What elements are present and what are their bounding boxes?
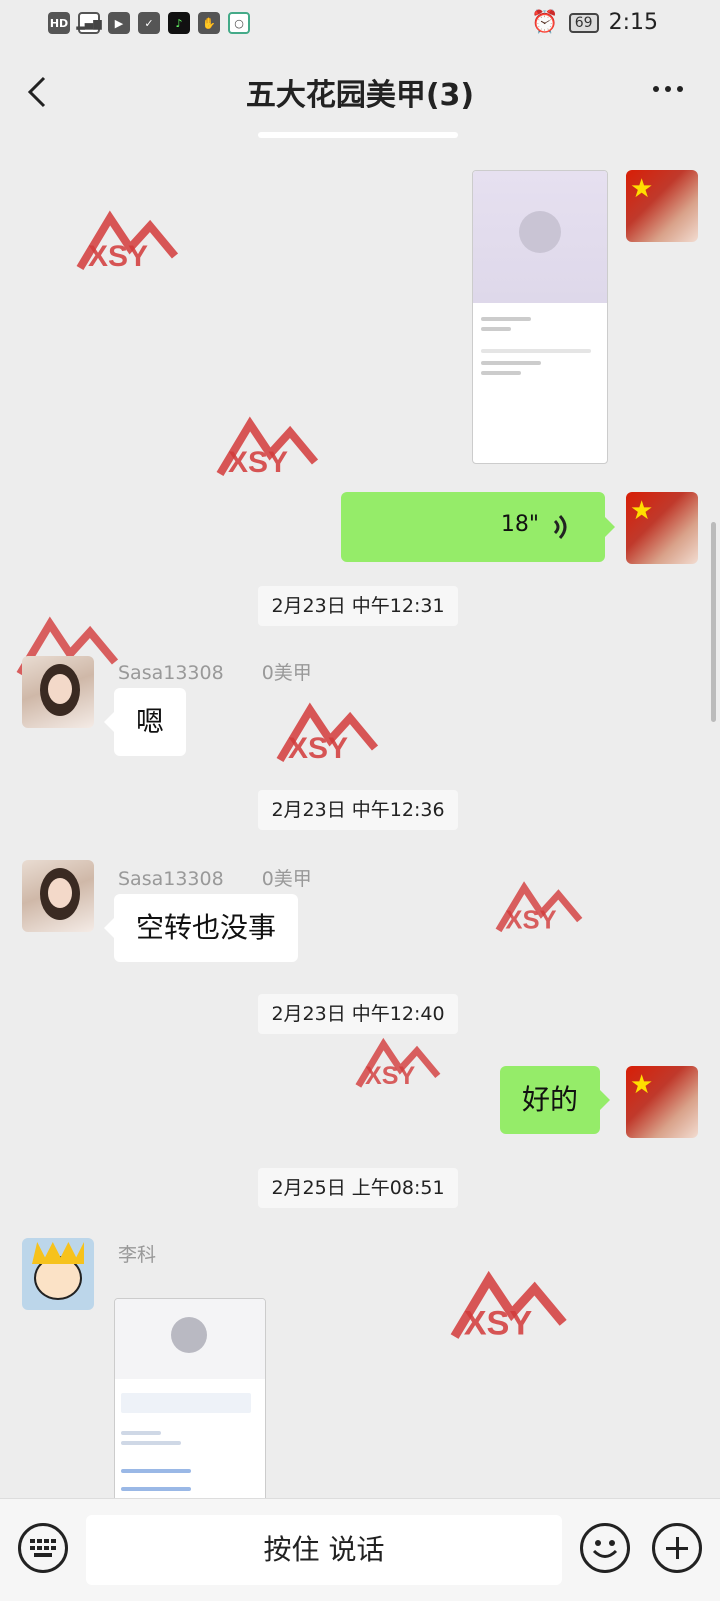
image-header bbox=[115, 1299, 265, 1379]
star-icon: ★ bbox=[630, 174, 654, 204]
watermark-text: XSY bbox=[464, 1304, 533, 1342]
status-bar: HD ▂▄▆ ▶ ✓ ♪ ✋ ○ ⏰ 69 2:15 bbox=[0, 0, 720, 50]
image-text-row bbox=[481, 349, 591, 353]
more-dot bbox=[677, 86, 683, 92]
sender-name: Sasa13308 0美甲 bbox=[118, 658, 312, 685]
sender-name: Sasa13308 0美甲 bbox=[118, 864, 312, 891]
avatar-me[interactable]: ★ bbox=[626, 170, 698, 242]
sender-name-main: Sasa13308 bbox=[118, 662, 224, 684]
sender-name: 李科 bbox=[118, 1244, 157, 1266]
avatar-sasa[interactable] bbox=[22, 656, 94, 728]
timestamp: 2月25日 上午08:51 bbox=[258, 1168, 458, 1208]
image-action-row bbox=[121, 1393, 251, 1413]
chat-icon: ○ bbox=[228, 12, 250, 34]
message-bubble[interactable]: 好的 bbox=[500, 1066, 611, 1134]
image-header bbox=[473, 171, 607, 303]
image-text-row bbox=[481, 317, 531, 321]
watermark-logo: XSY bbox=[355, 1037, 441, 1090]
watermark-text: XSY bbox=[505, 907, 556, 935]
signal-icon: ▂▄▆ bbox=[76, 12, 102, 34]
status-left: HD ▂▄▆ ▶ ✓ ♪ ✋ ○ bbox=[48, 12, 250, 34]
avatar-face bbox=[48, 878, 72, 908]
watermark-text: XSY bbox=[365, 1062, 415, 1090]
watermark-logo: XSY bbox=[450, 1270, 567, 1342]
app-icon: ▶ bbox=[108, 12, 130, 34]
avatar-me[interactable]: ★ bbox=[626, 492, 698, 564]
voice-message[interactable]: 18" bbox=[341, 492, 615, 562]
timestamp: 2月23日 中午12:40 bbox=[258, 994, 458, 1034]
scrollbar[interactable] bbox=[711, 522, 716, 722]
timestamp: 2月23日 中午12:31 bbox=[258, 586, 458, 626]
avatar-face bbox=[48, 674, 72, 704]
avatar-me[interactable]: ★ bbox=[626, 1066, 698, 1138]
sender-name-suffix: 0美甲 bbox=[261, 662, 312, 684]
message-bubble[interactable]: 嗯 bbox=[103, 688, 187, 756]
watermark-logo: XSY bbox=[216, 416, 319, 479]
hold-to-talk-button[interactable]: 按住 说话 bbox=[86, 1515, 562, 1585]
image-text-row bbox=[481, 371, 521, 375]
alarm-icon: ⏰ bbox=[531, 10, 559, 35]
music-icon: ♪ bbox=[168, 12, 190, 34]
avatar-hair bbox=[32, 1242, 84, 1264]
shield-icon: ✓ bbox=[138, 12, 160, 34]
watermark-text: XSY bbox=[288, 732, 348, 765]
watermark-logo: XSY bbox=[76, 210, 179, 273]
voice-duration: 18" bbox=[500, 512, 539, 537]
more-dot bbox=[665, 86, 671, 92]
emoji-icon bbox=[592, 1540, 618, 1558]
sender-name-main: Sasa13308 bbox=[118, 868, 224, 890]
battery-icon: 69 bbox=[568, 12, 599, 33]
plus-button[interactable] bbox=[652, 1523, 702, 1573]
message-divider bbox=[258, 132, 458, 138]
voice-wave-icon bbox=[553, 514, 567, 540]
watermark-logo: XSY bbox=[495, 881, 583, 935]
image-message[interactable] bbox=[472, 170, 608, 464]
hd-icon: HD bbox=[48, 12, 70, 34]
contact-photo-icon bbox=[519, 211, 561, 253]
watermark-text: XSY bbox=[228, 446, 288, 479]
image-text-row bbox=[121, 1431, 161, 1435]
sender-name-suffix: 0美甲 bbox=[261, 868, 312, 890]
image-text-row bbox=[481, 361, 541, 365]
more-button[interactable] bbox=[638, 74, 698, 104]
keyboard-icon bbox=[30, 1539, 56, 1557]
star-icon: ★ bbox=[630, 1070, 654, 1100]
title-bar: 五大花园美甲(3) bbox=[0, 50, 720, 130]
star-icon: ★ bbox=[630, 496, 654, 526]
input-bar: 按住 说话 bbox=[0, 1498, 720, 1601]
status-right: ⏰ 69 2:15 bbox=[531, 10, 658, 35]
image-text-row bbox=[121, 1469, 191, 1473]
hand-icon: ✋ bbox=[198, 12, 220, 34]
image-message[interactable] bbox=[114, 1298, 266, 1498]
contact-photo-icon bbox=[171, 1317, 207, 1353]
avatar-like[interactable] bbox=[22, 1238, 94, 1310]
image-text-row bbox=[121, 1487, 191, 1491]
timestamp: 2月23日 中午12:36 bbox=[258, 790, 458, 830]
chat-title: 五大花园美甲(3) bbox=[245, 78, 475, 113]
keyboard-button[interactable] bbox=[18, 1523, 68, 1573]
watermark-text: XSY bbox=[88, 240, 148, 273]
status-time: 2:15 bbox=[608, 10, 658, 35]
watermark-logo: XSY bbox=[276, 702, 379, 765]
message-bubble[interactable]: 空转也没事 bbox=[103, 894, 299, 962]
message-list[interactable]: XSY XSY XSY XSY XSY XSY ★ ★ 18" 2月23日 中午… bbox=[0, 132, 720, 1498]
more-dot bbox=[653, 86, 659, 92]
emoji-button[interactable] bbox=[580, 1523, 630, 1573]
image-text-row bbox=[121, 1441, 181, 1445]
image-text-row bbox=[481, 327, 511, 331]
avatar-sasa[interactable] bbox=[22, 860, 94, 932]
